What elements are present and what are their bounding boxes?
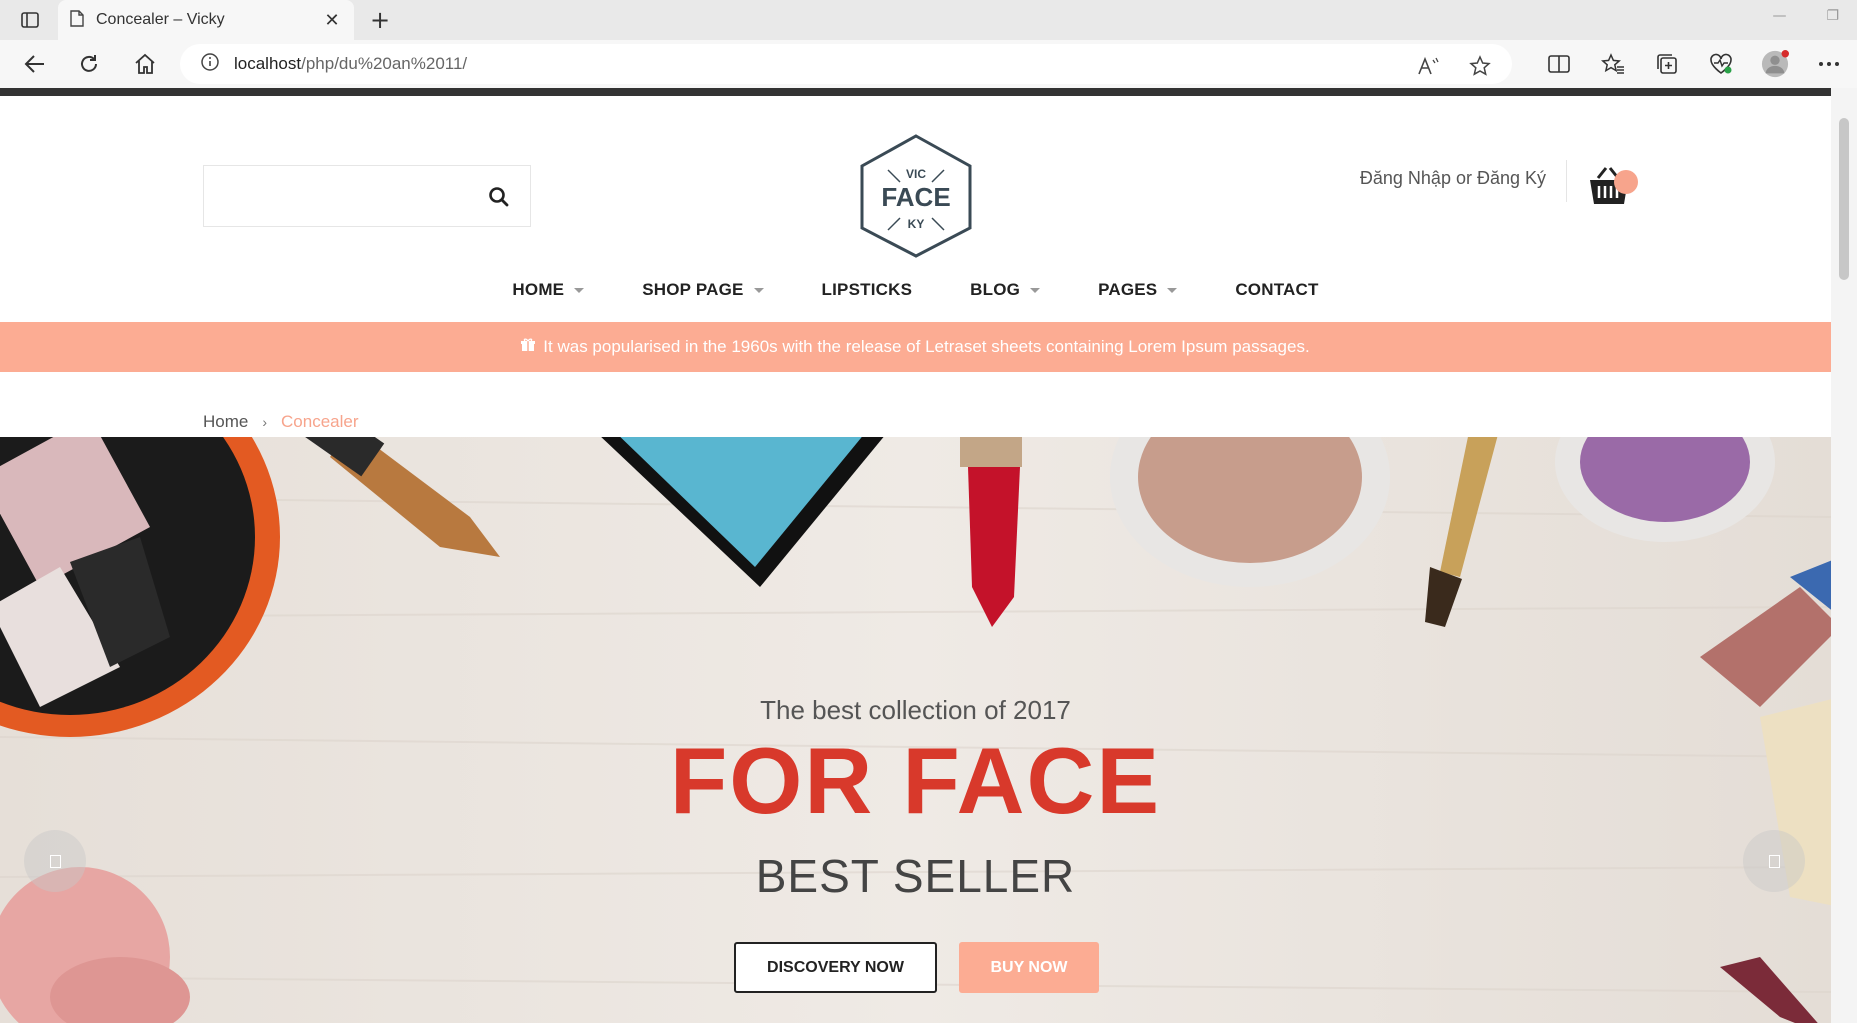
nav-pages[interactable]: PAGES <box>1098 280 1178 300</box>
nav-label: LIPSTICKS <box>821 280 913 299</box>
nav-shop-page[interactable]: SHOP PAGE <box>642 280 764 300</box>
url-path: /php/du%20an%2011/ <box>301 54 468 73</box>
caret-down-icon <box>1167 287 1178 293</box>
split-screen-icon[interactable] <box>1545 50 1573 78</box>
prev-arrow-icon <box>49 854 61 868</box>
back-icon[interactable] <box>20 50 50 78</box>
header-divider <box>1566 160 1567 202</box>
search-input[interactable] <box>203 165 531 227</box>
promo-text: It was popularised in the 1960s with the… <box>543 337 1310 356</box>
read-aloud-icon[interactable] <box>1414 52 1442 80</box>
cart-count-badge <box>1614 170 1638 194</box>
profile-icon[interactable] <box>1761 50 1789 78</box>
close-icon[interactable]: ✕ <box>322 10 342 31</box>
login-register-link[interactable]: Đăng Nhập or Đăng Ký <box>1360 168 1546 189</box>
promo-banner: It was popularised in the 1960s with the… <box>0 322 1831 372</box>
site-logo[interactable]: VIC FACE KY <box>856 132 976 260</box>
gift-icon <box>521 337 536 357</box>
url-text[interactable]: localhost/php/du%20an%2011/ <box>234 54 467 74</box>
scrollbar-thumb[interactable] <box>1839 118 1849 280</box>
window-controls: — ❐ <box>1772 8 1839 24</box>
nav-lipsticks[interactable]: LIPSTICKS <box>822 280 913 300</box>
browser-tabstrip: Concealer – Vicky ✕ + — ❐ <box>0 0 1857 40</box>
caret-down-icon <box>1030 287 1041 293</box>
logo-text-top: VIC <box>906 167 926 181</box>
nav-blog[interactable]: BLOG <box>970 280 1041 300</box>
site: VIC FACE KY Đăng Nhập or Đăng Ký HOME SH… <box>0 96 1831 1023</box>
restore-icon[interactable]: ❐ <box>1826 8 1839 24</box>
favorites-icon[interactable] <box>1599 50 1627 78</box>
tab-actions-icon[interactable] <box>14 8 46 32</box>
plus-icon[interactable]: + <box>366 6 394 34</box>
site-topbar <box>0 88 1831 96</box>
nav-contact[interactable]: CONTACT <box>1235 280 1318 300</box>
more-icon[interactable] <box>1815 50 1843 78</box>
nav-home[interactable]: HOME <box>512 280 585 300</box>
caret-down-icon <box>753 287 764 293</box>
breadcrumb-home[interactable]: Home <box>203 412 248 432</box>
hero-title: FOR FACE <box>669 728 1162 833</box>
chevron-right-icon: › <box>262 414 268 430</box>
nav-label: HOME <box>512 280 565 299</box>
minimize-icon[interactable]: — <box>1772 8 1786 24</box>
tab-title: Concealer – Vicky <box>96 11 225 28</box>
main-nav: HOME SHOP PAGE LIPSTICKS BLOG PAGES CONT… <box>0 280 1831 300</box>
performance-icon[interactable] <box>1707 50 1735 78</box>
discovery-now-button[interactable]: DISCOVERY NOW <box>734 942 937 993</box>
breadcrumb: Home › Concealer <box>203 412 359 432</box>
nav-label: PAGES <box>1098 280 1158 299</box>
slider-prev-button[interactable] <box>24 830 86 892</box>
search-icon[interactable] <box>488 186 510 208</box>
logo-text-main: FACE <box>881 182 950 212</box>
hero-tagline: BEST SELLER <box>755 850 1076 902</box>
nav-label: BLOG <box>970 280 1021 299</box>
slider-next-button[interactable] <box>1743 830 1805 892</box>
buy-now-button[interactable]: BUY NOW <box>959 942 1099 993</box>
star-icon[interactable] <box>1466 52 1494 80</box>
hero-slider: The best collection of 2017 FOR FACE BES… <box>0 437 1831 1023</box>
breadcrumb-current: Concealer <box>281 412 359 431</box>
logo-text-bottom: KY <box>908 217 925 231</box>
nav-label: SHOP PAGE <box>642 280 744 299</box>
hero-subtitle: The best collection of 2017 <box>760 695 1071 725</box>
page-scrollbar[interactable] <box>1831 88 1857 1023</box>
nav-label: CONTACT <box>1235 280 1319 299</box>
address-bar[interactable]: localhost/php/du%20an%2011/ <box>180 44 1512 84</box>
next-arrow-icon <box>1768 854 1780 868</box>
home-icon[interactable] <box>130 50 160 78</box>
info-icon[interactable] <box>200 52 220 76</box>
caret-down-icon <box>574 287 585 293</box>
collections-icon[interactable] <box>1653 50 1681 78</box>
url-host: localhost <box>234 54 302 73</box>
browser-toolbar: localhost/php/du%20an%2011/ <box>0 40 1857 88</box>
reload-icon[interactable] <box>74 50 104 78</box>
browser-tab-active[interactable]: Concealer – Vicky ✕ <box>58 0 354 40</box>
page-icon <box>70 9 84 31</box>
